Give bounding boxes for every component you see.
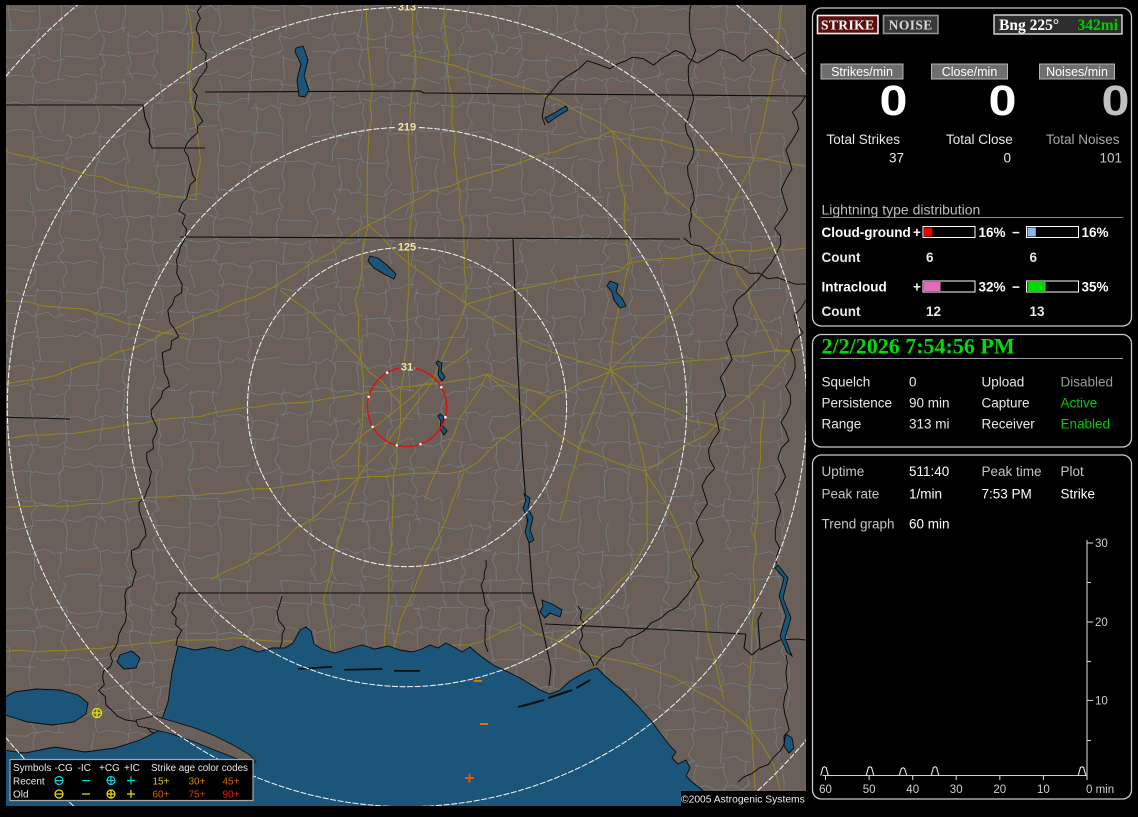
svg-text:Uptime: Uptime (822, 464, 865, 479)
svg-text:16%: 16% (979, 225, 1006, 240)
svg-text:Cloud-ground: Cloud-ground (822, 225, 911, 240)
svg-text:37: 37 (889, 151, 904, 166)
svg-text:Count: Count (822, 304, 861, 319)
svg-text:219: 219 (398, 122, 416, 134)
svg-text:0: 0 (1003, 151, 1011, 166)
svg-text:Strike age color codes: Strike age color codes (151, 763, 248, 774)
svg-text:10: 10 (1037, 784, 1050, 796)
svg-text:Plot: Plot (1061, 464, 1085, 479)
svg-text:Range: Range (822, 417, 862, 432)
svg-text:Strike: Strike (1061, 487, 1096, 502)
svg-text:13: 13 (1030, 304, 1046, 319)
svg-text:30+: 30+ (189, 777, 206, 788)
svg-text:20: 20 (993, 784, 1006, 796)
svg-text:Noises/min: Noises/min (1046, 65, 1108, 79)
svg-text:Recent: Recent (13, 777, 45, 788)
svg-text:0: 0 (909, 375, 917, 390)
svg-text:Trend graph: Trend graph (822, 517, 895, 532)
svg-text:Total Close: Total Close (946, 132, 1013, 147)
svg-text:2/2/2026 7:54:56 PM: 2/2/2026 7:54:56 PM (822, 334, 1015, 359)
svg-text:32%: 32% (979, 280, 1006, 295)
svg-text:0 min: 0 min (1086, 784, 1114, 796)
svg-text:Active: Active (1061, 396, 1098, 411)
svg-text:7:53 PM: 7:53 PM (982, 487, 1032, 502)
svg-text:Count: Count (822, 250, 861, 265)
svg-text:511:40: 511:40 (909, 464, 949, 479)
svg-text:-CG: -CG (55, 763, 74, 774)
svg-text:Total Strikes: Total Strikes (827, 132, 901, 147)
svg-text:Lightning type distribution: Lightning type distribution (822, 202, 981, 218)
svg-text:+CG: +CG (99, 763, 120, 774)
svg-text:0: 0 (880, 77, 908, 125)
svg-text:16%: 16% (1082, 225, 1109, 240)
svg-text:75+: 75+ (189, 790, 206, 801)
svg-text:Persistence: Persistence (822, 396, 893, 411)
svg-text:45+: 45+ (223, 777, 240, 788)
svg-text:90+: 90+ (223, 790, 240, 801)
svg-text:−: − (1012, 280, 1020, 295)
svg-text:60: 60 (819, 784, 832, 796)
svg-text:Intracloud: Intracloud (822, 280, 887, 295)
svg-text:Receiver: Receiver (982, 417, 1036, 432)
svg-text:0: 0 (989, 77, 1017, 125)
svg-text:40: 40 (906, 784, 919, 796)
svg-text:313 mi: 313 mi (909, 417, 950, 432)
svg-text:Disabled: Disabled (1061, 375, 1114, 390)
svg-text:Enabled: Enabled (1061, 417, 1111, 432)
svg-text:−: − (1012, 225, 1020, 240)
svg-text:Peak time: Peak time (982, 464, 1042, 479)
svg-text:+: + (913, 280, 921, 295)
svg-text:1/min: 1/min (909, 487, 942, 502)
svg-text:60 min: 60 min (909, 517, 950, 532)
svg-text:Upload: Upload (982, 375, 1025, 390)
svg-text:31: 31 (401, 362, 413, 374)
svg-text:12: 12 (926, 304, 941, 319)
svg-text:Peak rate: Peak rate (822, 487, 880, 502)
svg-text:+IC: +IC (124, 763, 140, 774)
svg-text:35%: 35% (1082, 280, 1109, 295)
svg-text:©2005 Astrogenic Systems: ©2005 Astrogenic Systems (681, 795, 805, 806)
svg-text:-IC: -IC (78, 763, 91, 774)
svg-text:101: 101 (1099, 151, 1122, 166)
svg-text:NOISE: NOISE (889, 17, 933, 32)
svg-text:20: 20 (1095, 617, 1108, 629)
svg-text:Old: Old (13, 790, 29, 801)
svg-text:+: + (913, 225, 921, 240)
svg-text:15+: 15+ (153, 777, 170, 788)
svg-text:30: 30 (1095, 538, 1108, 550)
svg-text:6: 6 (926, 250, 934, 265)
svg-text:STRIKE: STRIKE (821, 17, 874, 32)
svg-text:90 min: 90 min (909, 396, 950, 411)
svg-text:Squelch: Squelch (822, 375, 871, 390)
svg-text:60+: 60+ (153, 790, 170, 801)
svg-text:30: 30 (950, 784, 963, 796)
svg-text:6: 6 (1030, 250, 1038, 265)
svg-text:Total Noises: Total Noises (1046, 132, 1120, 147)
svg-text:0: 0 (1102, 77, 1130, 125)
svg-text:50: 50 (863, 784, 876, 796)
svg-text:125: 125 (398, 242, 416, 254)
svg-text:342mi: 342mi (1078, 17, 1119, 34)
svg-text:Capture: Capture (982, 396, 1030, 411)
svg-text:Bng 225°: Bng 225° (999, 17, 1059, 34)
svg-text:10: 10 (1095, 696, 1108, 708)
svg-text:Symbols: Symbols (13, 763, 51, 774)
